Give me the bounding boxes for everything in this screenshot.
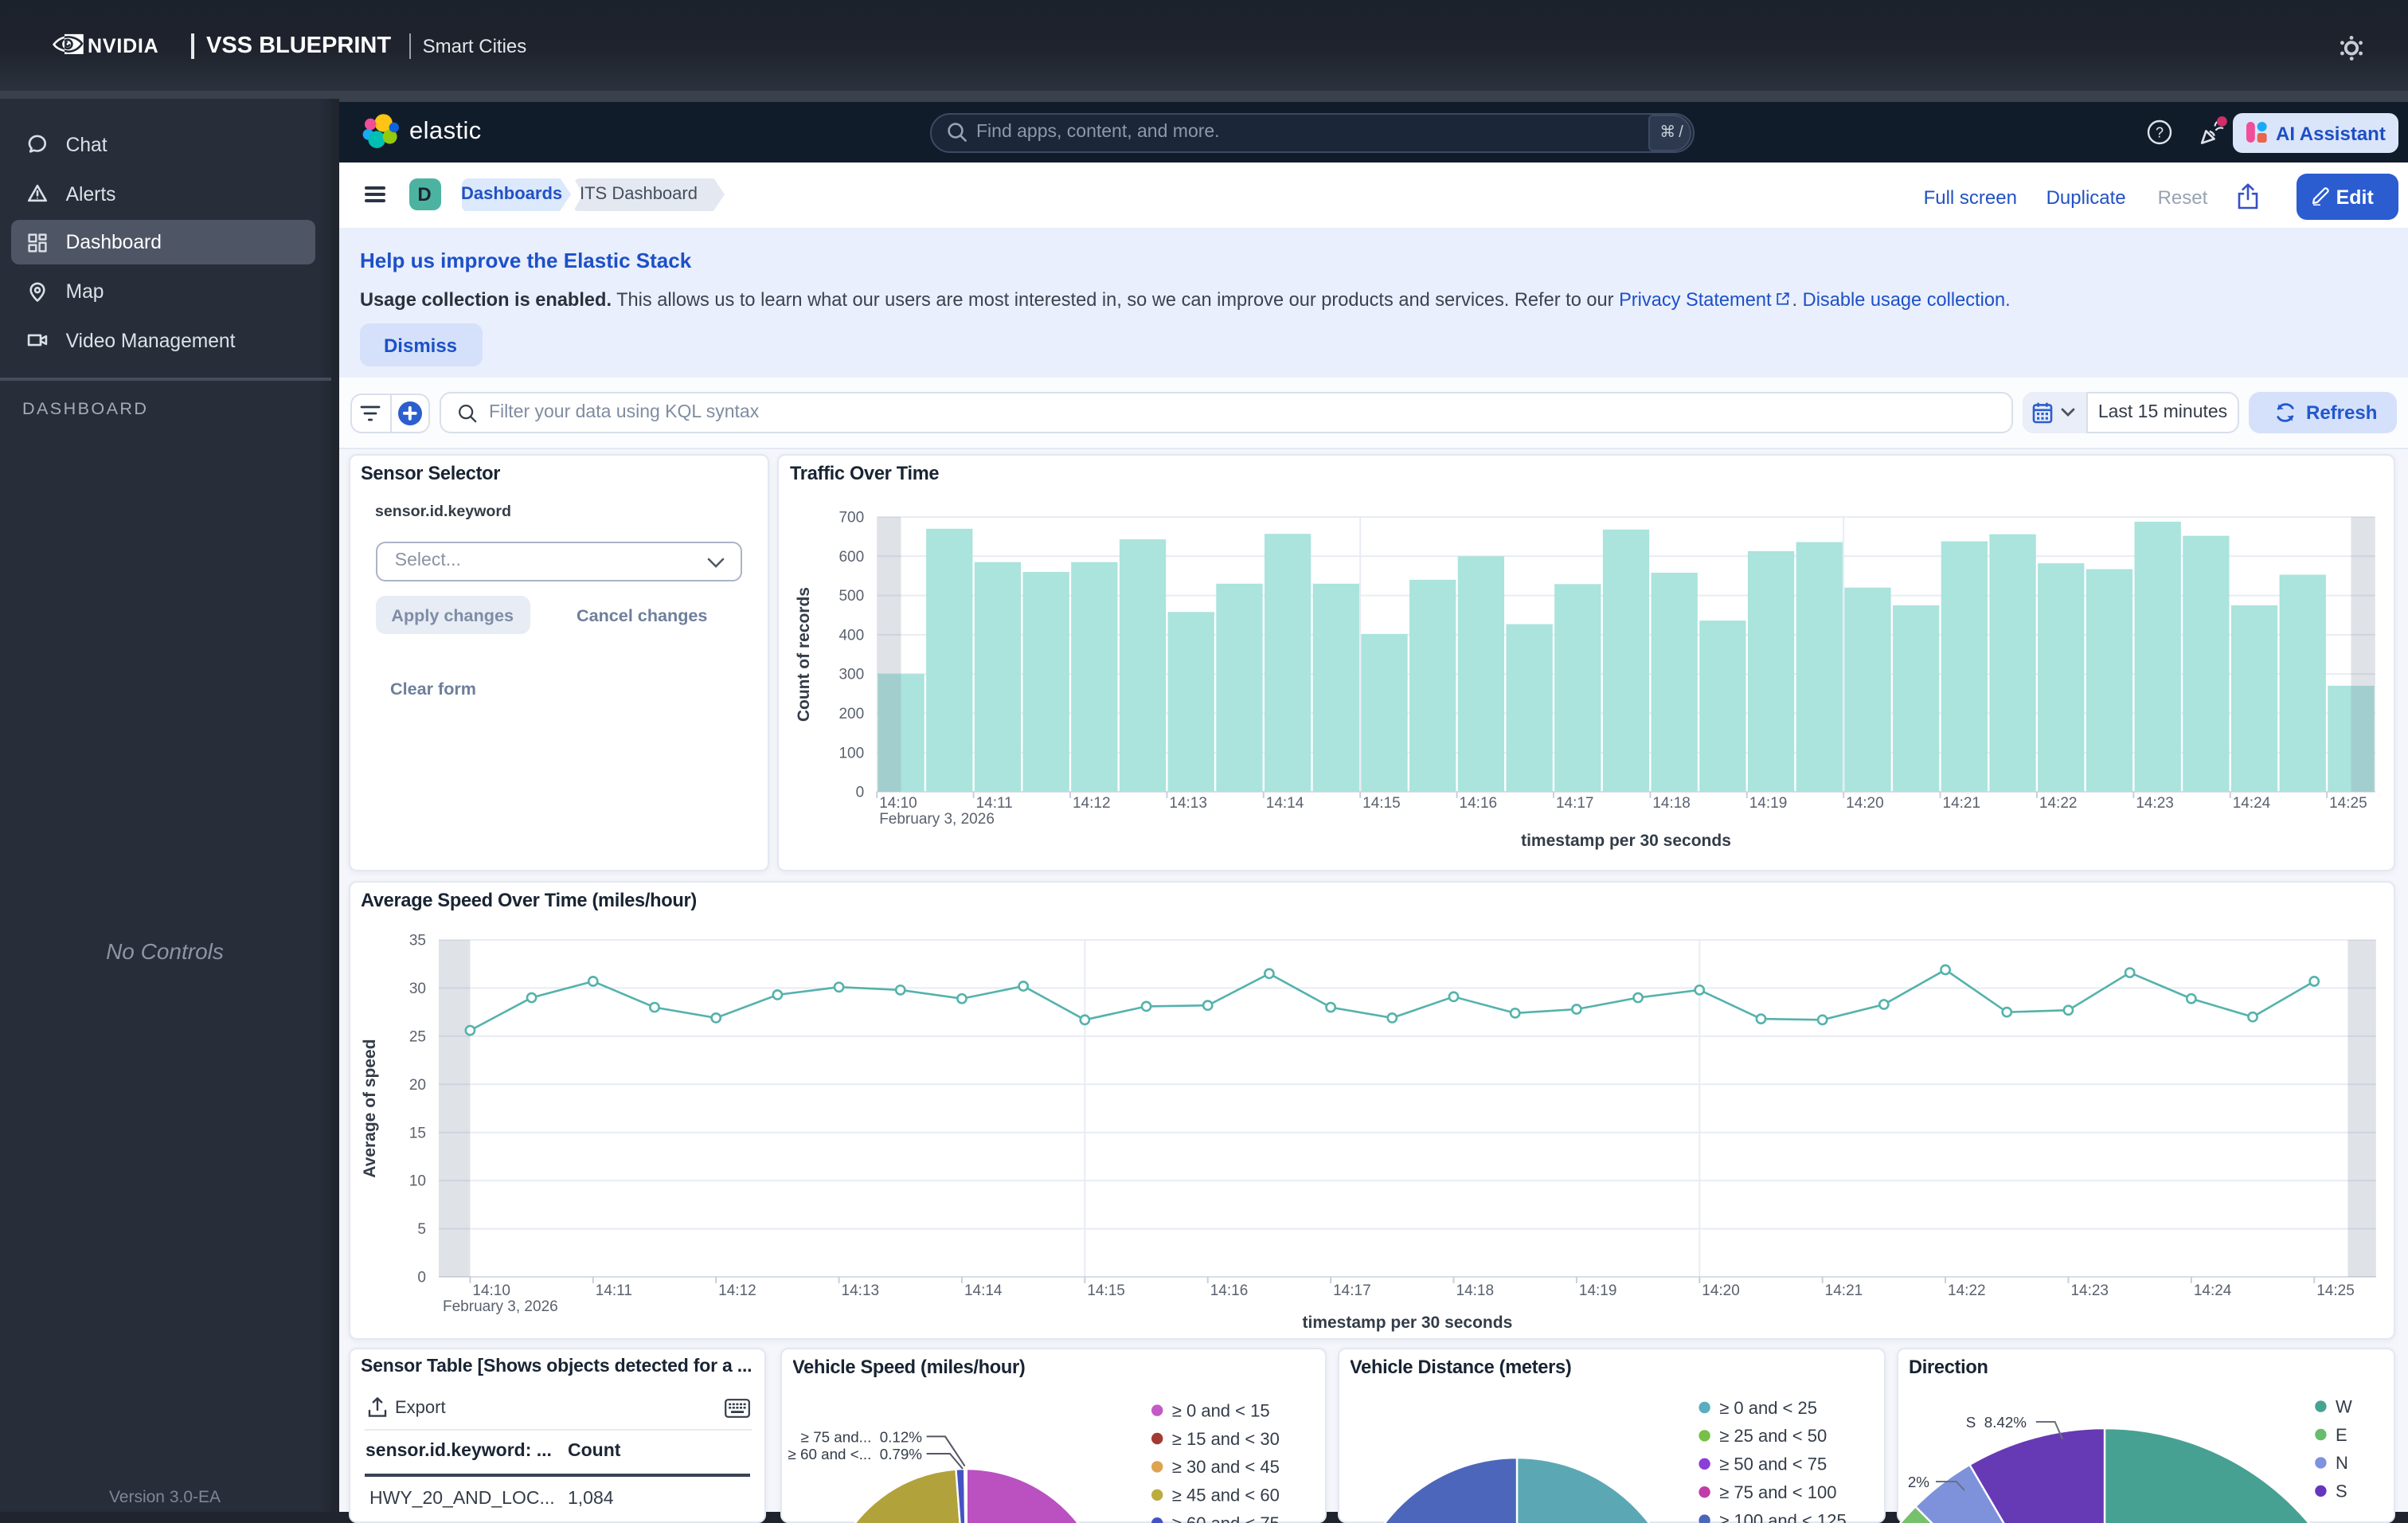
svg-text:14:16: 14:16 (1210, 1282, 1248, 1299)
svg-text:S 8.42%: S 8.42% (1965, 1413, 2027, 1430)
svg-text:≥ 0 and < 25: ≥ 0 and < 25 (1718, 1397, 1816, 1417)
svg-text:0: 0 (856, 785, 865, 801)
svg-text:15: 15 (408, 1125, 425, 1141)
svg-text:E: E (2335, 1424, 2347, 1444)
svg-text:14:10: 14:10 (879, 795, 917, 812)
svg-text:February 3, 2026: February 3, 2026 (442, 1298, 557, 1315)
svg-text:≥ 60 and < 75: ≥ 60 and < 75 (1171, 1513, 1279, 1522)
svg-text:≥ 45 and < 60: ≥ 45 and < 60 (1171, 1485, 1279, 1505)
svg-text:14:20: 14:20 (1846, 795, 1884, 812)
svg-text:14:10: 14:10 (471, 1282, 510, 1299)
svg-text:5: 5 (416, 1221, 425, 1238)
svg-text:500: 500 (838, 588, 864, 605)
svg-text:14:23: 14:23 (2136, 795, 2174, 812)
svg-text:≥ 60 and <... 0.79%: ≥ 60 and <... 0.79% (788, 1445, 922, 1462)
svg-text:25: 25 (408, 1028, 425, 1045)
svg-text:35: 35 (408, 933, 425, 949)
svg-text:≥ 25 and < 50: ≥ 25 and < 50 (1718, 1425, 1826, 1445)
svg-text:≥ 30 and < 45: ≥ 30 and < 45 (1171, 1456, 1279, 1476)
svg-text:14:19: 14:19 (1578, 1282, 1616, 1299)
svg-text:14:13: 14:13 (841, 1282, 879, 1299)
svg-text:200: 200 (838, 706, 864, 722)
svg-text:Count of records: Count of records (795, 587, 813, 722)
svg-text:0: 0 (416, 1270, 425, 1286)
svg-text:14:21: 14:21 (1824, 1282, 1863, 1299)
svg-text:14:21: 14:21 (1943, 795, 1981, 812)
svg-text:≥ 75 and... 0.12%: ≥ 75 and... 0.12% (800, 1427, 922, 1444)
svg-text:300: 300 (838, 667, 864, 683)
svg-text:700: 700 (838, 510, 864, 527)
svg-text:14:15: 14:15 (1086, 1282, 1124, 1299)
svg-text:14:14: 14:14 (1266, 795, 1304, 812)
svg-text:10: 10 (408, 1173, 425, 1190)
svg-text:Average of speed: Average of speed (360, 1039, 378, 1177)
svg-text:20: 20 (408, 1077, 425, 1094)
svg-text:14:13: 14:13 (1169, 795, 1207, 812)
svg-text:≥ 75 and < 100: ≥ 75 and < 100 (1718, 1482, 1835, 1501)
svg-text:14:22: 14:22 (2039, 795, 2078, 812)
svg-text:14:22: 14:22 (1947, 1282, 1985, 1299)
svg-text:February 3, 2026: February 3, 2026 (879, 811, 995, 828)
svg-text:W: W (2335, 1396, 2351, 1415)
svg-text:14:25: 14:25 (2329, 795, 2367, 812)
svg-text:14:25: 14:25 (2316, 1282, 2354, 1299)
svg-text:14:20: 14:20 (1701, 1282, 1739, 1299)
svg-text:timestamp per 30 seconds: timestamp per 30 seconds (1302, 1314, 1512, 1332)
svg-text:30: 30 (408, 981, 425, 997)
svg-text:14:12: 14:12 (717, 1282, 756, 1299)
svg-text:14:19: 14:19 (1749, 795, 1788, 812)
svg-text:?: ? (2156, 124, 2164, 140)
svg-text:600: 600 (838, 549, 864, 566)
svg-text:14:17: 14:17 (1556, 795, 1594, 812)
svg-text:N: N (2335, 1452, 2347, 1472)
svg-text:14:24: 14:24 (2233, 795, 2271, 812)
svg-text:14:11: 14:11 (976, 795, 1013, 812)
svg-text:timestamp per 30 seconds: timestamp per 30 seconds (1521, 832, 1731, 850)
svg-text:14:18: 14:18 (1456, 1282, 1494, 1299)
svg-text:14:17: 14:17 (1332, 1282, 1370, 1299)
svg-text:≥ 0 and < 15: ≥ 0 and < 15 (1171, 1400, 1269, 1419)
svg-text:2%: 2% (1907, 1473, 1929, 1490)
svg-text:14:15: 14:15 (1362, 795, 1401, 812)
svg-text:14:12: 14:12 (1073, 795, 1111, 812)
svg-text:100: 100 (838, 745, 864, 762)
svg-text:S: S (2335, 1481, 2347, 1501)
svg-text:14:11: 14:11 (595, 1282, 631, 1299)
svg-text:400: 400 (838, 627, 864, 644)
svg-text:14:23: 14:23 (2070, 1282, 2108, 1299)
svg-text:14:18: 14:18 (1652, 795, 1691, 812)
svg-text:≥ 15 and < 30: ≥ 15 and < 30 (1171, 1428, 1279, 1448)
svg-text:14:16: 14:16 (1460, 795, 1498, 812)
svg-text:≥ 50 and < 75: ≥ 50 and < 75 (1718, 1454, 1826, 1474)
svg-text:14:24: 14:24 (2193, 1282, 2231, 1299)
svg-text:14:14: 14:14 (964, 1282, 1002, 1299)
